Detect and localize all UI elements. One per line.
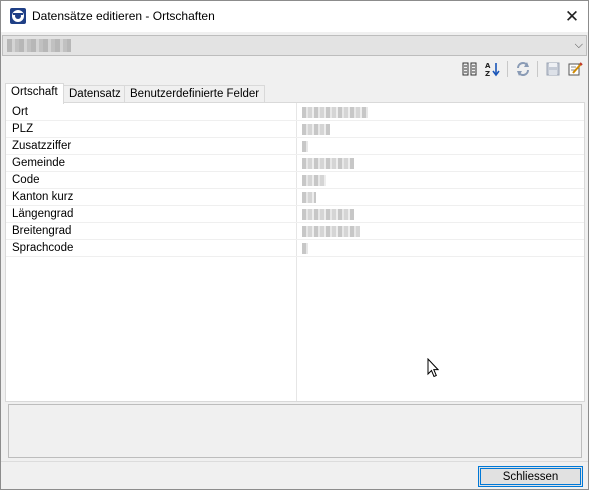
field-value[interactable]: ▒▒▒▒ xyxy=(302,124,330,135)
field-value[interactable]: ▒▒ ▒▒▒▒▒▒▒▒▒ xyxy=(302,107,368,118)
description-box xyxy=(8,404,582,458)
grid-row-gemeinde[interactable]: Gemeinde ▒▒▒▒▒▒▒▒ xyxy=(6,155,584,172)
close-button[interactable]: Schliessen xyxy=(478,466,583,487)
toolbar: A Z xyxy=(1,58,588,80)
record-select[interactable]: ▒▒ ▒▒▒▒▒▒▒▒ ⌵ xyxy=(2,35,587,56)
property-grid: Ort ▒▒ ▒▒▒▒▒▒▒▒▒ PLZ ▒▒▒▒ Zusatzziffer ▒… xyxy=(5,102,585,402)
tab-ortschaft[interactable]: Ortschaft xyxy=(5,83,64,104)
mouse-pointer-icon xyxy=(427,357,440,381)
columns-icon[interactable] xyxy=(460,59,480,79)
field-label: Code xyxy=(12,174,40,186)
field-label: Gemeinde xyxy=(12,157,66,169)
field-value[interactable]: ▒ xyxy=(302,243,308,254)
grid-row-plz[interactable]: PLZ ▒▒▒▒ xyxy=(6,121,584,138)
field-value[interactable]: ▒▒▒▒▒▒▒▒▒▒ xyxy=(302,209,354,220)
svg-text:Z: Z xyxy=(485,70,490,77)
field-label: PLZ xyxy=(12,123,34,135)
save-icon[interactable] xyxy=(543,59,563,79)
field-value[interactable]: ▒▒▒▒▒▒▒▒ xyxy=(302,158,354,169)
record-select-value: ▒▒ ▒▒▒▒▒▒▒▒ xyxy=(7,39,71,52)
grid-row-laengengrad[interactable]: Längengrad ▒▒▒▒▒▒▒▒▒▒ xyxy=(6,206,584,223)
tab-benutzerdefinierte-felder[interactable]: Benutzerdefinierte Felder xyxy=(124,85,266,103)
grid-row-sprachcode[interactable]: Sprachcode ▒ xyxy=(6,240,584,257)
field-label: Längengrad xyxy=(12,208,74,220)
title-bar: Datensätze editieren - Ortschaften ✕ xyxy=(1,1,588,32)
edit-note-icon[interactable] xyxy=(565,59,585,79)
field-label: Zusatzziffer xyxy=(12,140,72,152)
field-value[interactable]: ▒ xyxy=(302,141,308,152)
grid-row-code[interactable]: Code ▒▒▒ xyxy=(6,172,584,189)
refresh-icon[interactable] xyxy=(513,59,533,79)
svg-text:A: A xyxy=(485,62,491,70)
chevron-down-icon[interactable]: ⌵ xyxy=(575,38,583,52)
grid-row-kanton-kurz[interactable]: Kanton kurz ▒▒ xyxy=(6,189,584,206)
grid-row-zusatzziffer[interactable]: Zusatzziffer ▒ xyxy=(6,138,584,155)
app-logo-icon xyxy=(10,8,26,24)
grid-row-ort[interactable]: Ort ▒▒ ▒▒▒▒▒▒▒▒▒ xyxy=(6,104,584,121)
field-label: Ort xyxy=(12,106,28,118)
field-label: Breitengrad xyxy=(12,225,72,237)
field-value[interactable]: ▒▒ ▒▒▒▒▒▒▒▒ xyxy=(302,226,360,237)
field-value[interactable]: ▒▒ xyxy=(302,192,316,203)
grid-row-breitengrad[interactable]: Breitengrad ▒▒ ▒▒▒▒▒▒▒▒ xyxy=(6,223,584,240)
field-value[interactable]: ▒▒▒ xyxy=(302,175,326,186)
field-label: Sprachcode xyxy=(12,242,74,254)
dialog-window: Datensätze editieren - Ortschaften ✕ ▒▒ … xyxy=(0,0,589,490)
close-window-icon[interactable]: ✕ xyxy=(556,1,588,32)
sort-az-icon[interactable]: A Z xyxy=(482,59,502,79)
field-label: Kanton kurz xyxy=(12,191,74,203)
window-title: Datensätze editieren - Ortschaften xyxy=(32,9,215,23)
footer-divider xyxy=(1,461,588,462)
tab-datensatz[interactable]: Datensatz xyxy=(63,85,127,103)
